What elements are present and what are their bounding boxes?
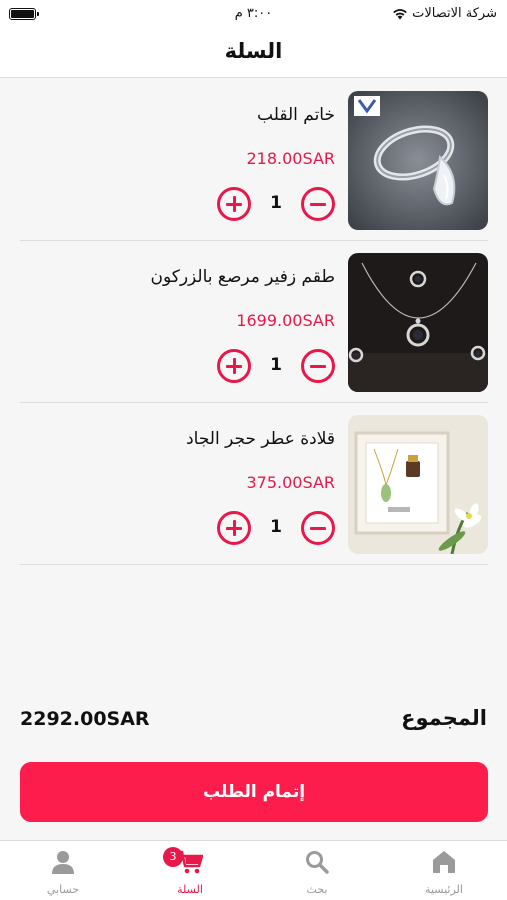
decrease-quantity-button[interactable]: [301, 511, 335, 545]
cart-item: قلادة عطر حجر الجاد 375.00SAR 1: [20, 403, 488, 565]
nav-header: السلة: [0, 30, 507, 78]
product-image-ring[interactable]: [348, 91, 488, 230]
increase-quantity-button[interactable]: [217, 511, 251, 545]
product-price: 375.00SAR: [246, 473, 336, 492]
tab-search[interactable]: بحث: [254, 841, 380, 900]
cart-item: طقم زفير مرصع بالزركون 1699.00SAR 1: [20, 241, 488, 403]
tab-cart[interactable]: 3 السلة: [127, 841, 253, 900]
bottom-tab-bar: حسابي 3 السلة بحث الرئيسية: [0, 840, 507, 900]
product-name: قلادة عطر حجر الجاد: [186, 429, 335, 449]
total-label: المجموع: [401, 706, 487, 730]
user-icon: [52, 851, 74, 874]
quantity-stepper: 1: [217, 187, 335, 221]
cart-list: خاتم القلب 218.00SAR 1 طقم زفير مرصع بال…: [20, 79, 488, 565]
cart-item: خاتم القلب 218.00SAR 1: [20, 79, 488, 241]
product-name: طقم زفير مرصع بالزركون: [150, 267, 335, 287]
product-price: 1699.00SAR: [236, 311, 335, 330]
tab-label: بحث: [306, 883, 328, 896]
quantity-value: 1: [270, 193, 282, 213]
search-icon: [306, 851, 329, 874]
tab-label: الرئيسية: [425, 883, 463, 896]
necklace-set-photo: [348, 253, 488, 392]
quantity-value: 1: [270, 517, 282, 537]
ring-photo: [348, 91, 488, 230]
tab-label: السلة: [177, 883, 203, 896]
product-price: 218.00SAR: [246, 149, 336, 168]
pendant-gift-box-photo: [348, 415, 488, 554]
decrease-quantity-button[interactable]: [301, 187, 335, 221]
quantity-stepper: 1: [217, 511, 335, 545]
page-title: السلة: [224, 39, 283, 63]
quantity-value: 1: [270, 355, 282, 375]
tab-account[interactable]: حسابي: [0, 841, 126, 900]
increase-quantity-button[interactable]: [217, 349, 251, 383]
status-bar: ٣:٠٠ م شركة الاتصالات: [0, 0, 507, 30]
cart-count-badge: 3: [163, 847, 183, 867]
product-image-necklace-set[interactable]: [348, 253, 488, 392]
increase-quantity-button[interactable]: [217, 187, 251, 221]
tab-home[interactable]: الرئيسية: [381, 841, 507, 900]
tab-label: حسابي: [46, 883, 80, 896]
quantity-stepper: 1: [217, 349, 335, 383]
home-icon: [433, 851, 455, 873]
carrier-name: شركة الاتصالات: [412, 6, 497, 21]
status-carrier: شركة الاتصالات: [392, 6, 497, 21]
checkout-button[interactable]: إتمام الطلب: [20, 762, 488, 822]
product-name: خاتم القلب: [257, 105, 335, 125]
wifi-icon: [393, 8, 407, 19]
product-image-pendant[interactable]: [348, 415, 488, 554]
decrease-quantity-button[interactable]: [301, 349, 335, 383]
total-value: 2292.00SAR: [20, 708, 150, 730]
